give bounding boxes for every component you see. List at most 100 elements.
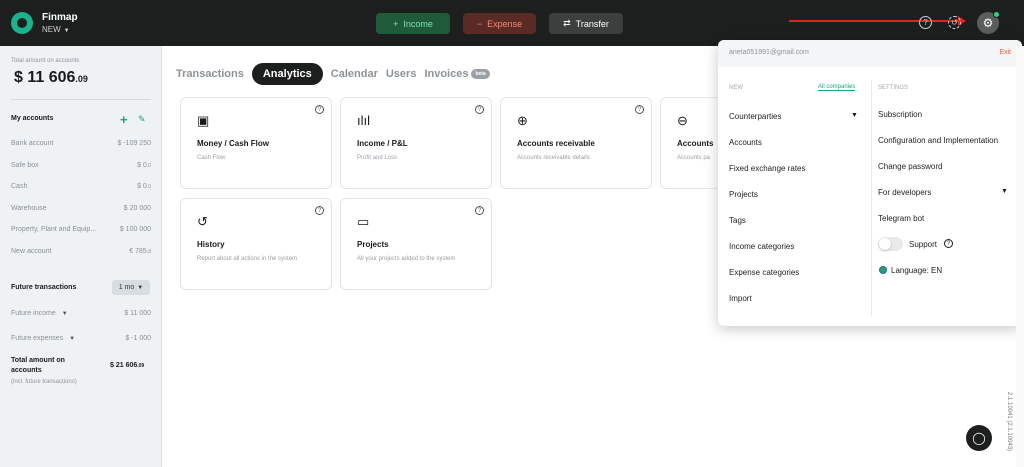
account-name: Warehouse — [11, 205, 47, 212]
tab-calendar[interactable]: Calendar — [331, 63, 378, 85]
total-future-label: Total amount on accounts — [11, 357, 65, 374]
account-amount-cents: .0 — [146, 163, 151, 169]
total-future-amount: $ 21 606.09 — [110, 362, 144, 369]
account-amount: $ 0.0 — [137, 183, 151, 190]
beta-badge: beta — [471, 69, 490, 80]
menu-item-subscription[interactable]: Subscription — [878, 110, 922, 119]
tab-transactions[interactable]: Transactions — [176, 63, 244, 85]
report-card-cash-flow[interactable]: ? ▣ Money / Cash Flow Cash Flow — [180, 97, 332, 189]
card-description: Accounts receivable details — [517, 155, 590, 161]
transfer-button[interactable]: ⇄ Transfer — [549, 13, 623, 34]
chevron-down-icon[interactable]: ▼ — [851, 112, 858, 119]
total-future-amount-main: $ 21 606 — [110, 362, 138, 369]
report-card-projects[interactable]: ? ▭ Projects All your projects added to … — [340, 198, 492, 290]
menu-item-counterparties[interactable]: Counterparties — [729, 112, 781, 121]
bar-chart-icon: ılıl — [357, 113, 370, 128]
chevron-down-icon: ▼ — [63, 28, 70, 34]
gear-icon: ⚙ — [982, 16, 994, 30]
menu-item-income-categories[interactable]: Income categories — [729, 242, 794, 251]
menu-item-expense-categories[interactable]: Expense categories — [729, 268, 799, 277]
finmap-logo-icon[interactable] — [11, 12, 33, 34]
income-button[interactable]: + Income — [376, 13, 450, 34]
card-description: Report about all actions in the system — [197, 256, 298, 262]
account-name: Safe box — [11, 162, 39, 169]
account-row[interactable]: Bank account $ -109 250 — [11, 140, 151, 147]
account-amount-cents: .0 — [146, 184, 151, 190]
chevron-down-icon[interactable]: ▼ — [62, 311, 68, 317]
account-row[interactable]: Cash $ 0.0 — [11, 183, 151, 190]
account-amount-cents: .8 — [146, 249, 151, 255]
add-account-icon[interactable]: + — [120, 112, 128, 127]
chevron-down-icon[interactable]: ▼ — [69, 336, 75, 342]
account-amount: $ 100 000 — [120, 226, 151, 233]
history-icon: ↺ — [197, 214, 208, 229]
help-icon[interactable]: ? — [944, 239, 953, 248]
settings-button[interactable]: ⚙ — [977, 11, 1000, 34]
expense-button[interactable]: − Expense — [463, 13, 536, 34]
future-expenses-row[interactable]: Future expenses ▼ $ -1 000 — [11, 335, 151, 342]
account-amount-main: $ 0 — [137, 162, 147, 169]
account-row[interactable]: New account € 785.8 — [11, 248, 151, 255]
menu-item-for-developers[interactable]: For developers — [878, 188, 931, 197]
menu-item-configuration[interactable]: Configuration and Implementation — [878, 136, 998, 145]
version-label: 2.1.10041 (2.1.10043) — [1006, 392, 1012, 452]
chevron-down-icon[interactable]: ▼ — [1001, 188, 1008, 195]
menu-item-fixed-exchange-rates[interactable]: Fixed exchange rates — [729, 164, 806, 173]
transfer-label: Transfer — [575, 18, 609, 29]
company-name: NEW — [42, 25, 61, 34]
arrow-in-icon: ⊕ — [517, 113, 528, 128]
future-expenses-label: Future expenses — [11, 335, 64, 342]
help-icon[interactable]: ? — [315, 105, 324, 114]
report-card-history[interactable]: ? ↺ History Report about all actions in … — [180, 198, 332, 290]
company-switcher[interactable]: NEW ▼ — [42, 25, 70, 34]
menu-item-telegram-bot[interactable]: Telegram bot — [878, 214, 924, 223]
card-description: Profit and Loss — [357, 155, 398, 161]
report-card-income-pl[interactable]: ? ılıl Income / P&L Profit and Loss — [340, 97, 492, 189]
help-icon[interactable]: ? — [315, 206, 324, 215]
language-select[interactable]: Language: EN — [891, 266, 942, 275]
red-arrow-annotation — [789, 16, 966, 26]
account-amount-main: $ 0 — [137, 183, 147, 190]
card-title: Money / Cash Flow — [197, 139, 270, 148]
settings-section-title: SETTINGS — [878, 85, 909, 91]
logo-name[interactable]: Finmap — [42, 12, 78, 23]
menu-item-change-password[interactable]: Change password — [878, 162, 942, 171]
sidebar: Total amount on accounts $ 11 606.09 My … — [0, 46, 162, 467]
menu-item-accounts[interactable]: Accounts — [729, 138, 762, 147]
account-amount-main: $ 20 000 — [123, 205, 151, 212]
right-edge — [1016, 46, 1024, 467]
edit-icon[interactable]: ✎ — [138, 114, 146, 125]
future-expenses-amount: $ -1 000 — [125, 335, 151, 342]
report-card-accounts-receivable[interactable]: ? ⊕ Accounts receivable Accounts receiva… — [500, 97, 652, 189]
account-row[interactable]: Property, Plant and Equip... $ 100 000 — [11, 226, 151, 233]
help-icon[interactable]: ? — [475, 206, 484, 215]
tab-users[interactable]: Users — [386, 63, 417, 85]
card-title: Accounts — [677, 139, 714, 148]
menu-divider — [871, 80, 872, 316]
account-name: Property, Plant and Equip... — [11, 226, 97, 233]
exit-link[interactable]: Exit — [999, 49, 1011, 56]
account-amount: € 785.8 — [129, 248, 151, 255]
chat-button[interactable]: ◯ — [966, 425, 992, 451]
menu-item-projects[interactable]: Projects — [729, 190, 758, 199]
all-companies-link[interactable]: All companies — [818, 84, 856, 91]
period-select[interactable]: 1 mo ▼ — [112, 280, 150, 295]
menu-item-import[interactable]: Import — [729, 294, 752, 303]
history-icon[interactable]: ↺ — [948, 16, 961, 29]
support-toggle[interactable] — [878, 237, 903, 251]
settings-menu: aneta051991@gmail.com Exit NEW All compa… — [718, 40, 1022, 326]
tab-invoices[interactable]: Invoices beta — [424, 63, 490, 85]
menu-item-tags[interactable]: Tags — [729, 216, 746, 225]
card-title: Projects — [357, 240, 389, 249]
help-icon[interactable]: ? — [475, 105, 484, 114]
total-label: Total amount on accounts — [11, 58, 80, 64]
future-income-row[interactable]: Future income ▼ $ 11 000 — [11, 310, 151, 317]
tab-analytics[interactable]: Analytics — [251, 63, 323, 85]
future-transactions-title: Future transactions — [11, 284, 77, 291]
help-icon[interactable]: ? — [635, 105, 644, 114]
account-row[interactable]: Safe box $ 0.0 — [11, 162, 151, 169]
future-income-amount: $ 11 000 — [124, 310, 151, 317]
support-label: Support — [909, 240, 938, 249]
help-icon[interactable]: ? — [919, 16, 932, 29]
account-row[interactable]: Warehouse $ 20 000 — [11, 205, 151, 212]
